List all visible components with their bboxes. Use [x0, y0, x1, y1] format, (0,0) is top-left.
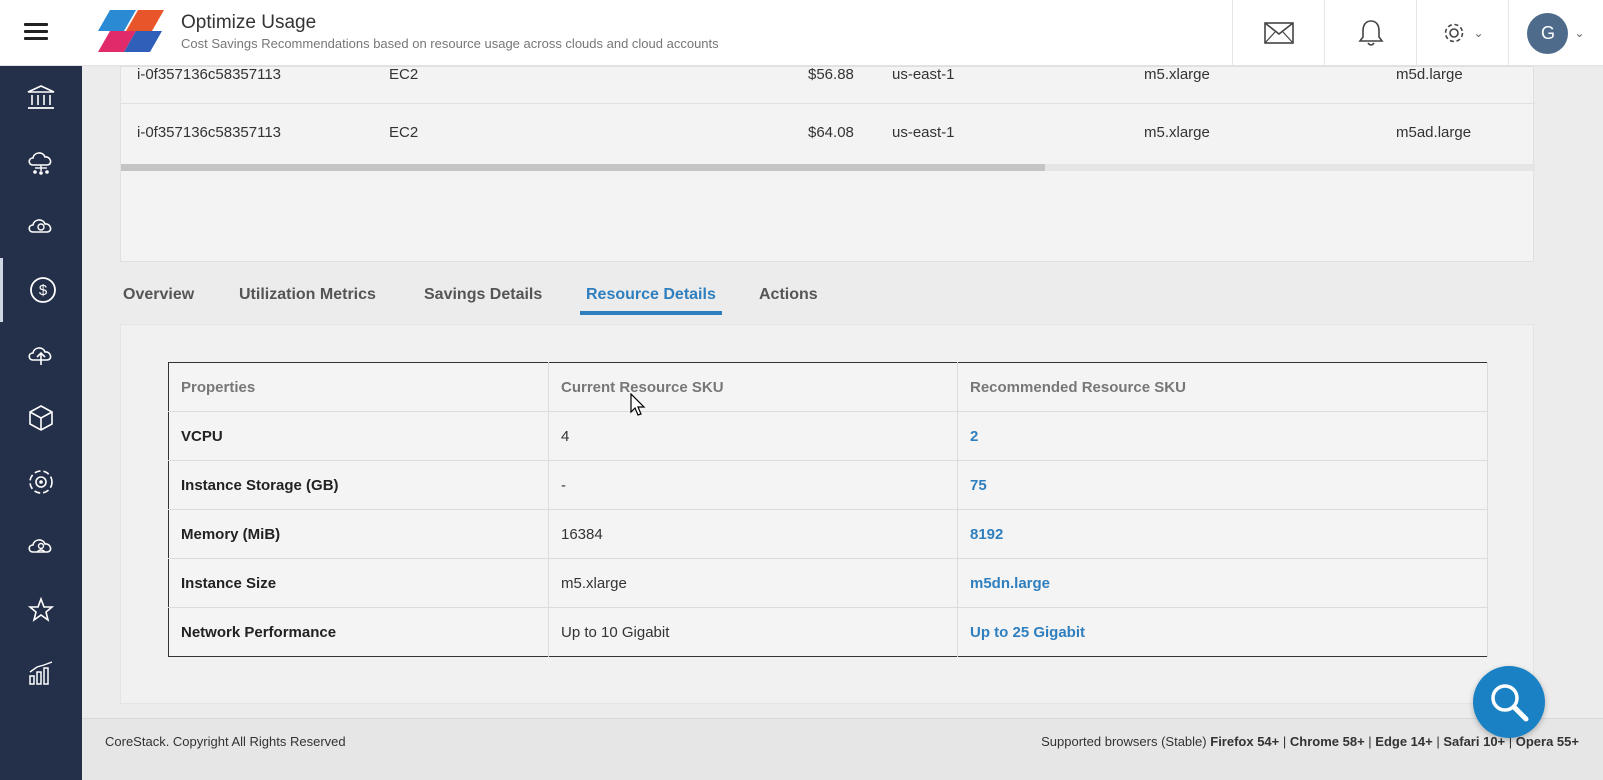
user-menu[interactable]: G ⌄	[1508, 0, 1603, 66]
sidebar-item-cloud-users[interactable]	[0, 514, 82, 578]
current-value: 4	[548, 411, 958, 461]
service-cell: EC2	[389, 124, 419, 141]
browser-opera: Opera 55+	[1515, 734, 1579, 749]
service-cell: EC2	[389, 66, 419, 83]
resource-details-table: Properties Current Resource SKU Recommen…	[168, 362, 1488, 657]
browser-safari: Safari 10+	[1443, 734, 1506, 749]
column-header-recommended-sku: Recommended Resource SKU	[957, 362, 1488, 412]
app-logo[interactable]	[98, 10, 164, 52]
table-header-row: Properties Current Resource SKU Recommen…	[168, 362, 1488, 412]
cloud-person-icon	[28, 539, 52, 553]
avatar[interactable]: G	[1527, 12, 1569, 54]
cost-cell: $64.08	[808, 124, 854, 141]
cloud-icon	[28, 219, 52, 233]
tab-actions[interactable]: Actions	[759, 286, 818, 304]
settings-cycle-icon	[29, 470, 53, 494]
property-name: VCPU	[168, 411, 549, 461]
cube-icon	[29, 405, 53, 431]
notifications-button[interactable]	[1324, 0, 1416, 66]
settings-button[interactable]: ⌄	[1416, 0, 1508, 66]
dollar-icon: $	[29, 277, 56, 303]
recommended-size-cell: m5ad.large	[1396, 124, 1472, 141]
sidebar-item-cloud-network[interactable]	[0, 130, 82, 194]
column-header-current-sku: Current Resource SKU	[548, 362, 958, 412]
current-value: 16384	[548, 509, 958, 559]
tab-resource-details[interactable]: Resource Details	[586, 286, 716, 304]
browser-chrome: Chrome 58+	[1289, 734, 1365, 749]
row-divider	[121, 103, 1535, 104]
instance-id: i-0f357136c58357113	[137, 124, 282, 141]
current-value: -	[548, 460, 958, 510]
tab-utilization-metrics[interactable]: Utilization Metrics	[239, 286, 376, 304]
sidebar-item-reports[interactable]	[0, 642, 82, 706]
column-header-properties: Properties	[168, 362, 549, 412]
sidebar-item-dashboard[interactable]	[0, 66, 82, 130]
tab-savings-details[interactable]: Savings Details	[424, 286, 542, 304]
menu-icon[interactable]	[24, 20, 54, 46]
current-size-cell: m5.xlarge	[1144, 124, 1210, 141]
current-value: m5.xlarge	[548, 558, 958, 608]
sidebar-item-automation[interactable]	[0, 450, 82, 514]
table-row: VCPU 4 2	[168, 411, 1488, 461]
star-icon	[28, 597, 54, 622]
scrollbar-thumb[interactable]	[121, 164, 1045, 171]
recommended-value: 75	[957, 460, 1488, 510]
copyright-text: CoreStack. Copyright All Rights Reserved	[105, 734, 346, 749]
sidebar-item-resources[interactable]	[0, 386, 82, 450]
instance-id: i-0f357136c58357113	[137, 66, 282, 83]
sidebar: $	[0, 66, 82, 780]
app-header: Optimize Usage Cost Savings Recommendati…	[0, 0, 1603, 66]
page-title: Optimize Usage	[181, 12, 317, 33]
browser-firefox: Firefox 54+	[1210, 734, 1280, 749]
active-tab-indicator	[580, 311, 722, 315]
browser-edge: Edge 14+	[1375, 734, 1433, 749]
cloud-network-icon	[28, 152, 52, 175]
property-name: Instance Size	[168, 558, 549, 608]
cloud-upload-icon	[28, 347, 52, 365]
chevron-down-icon: ⌄	[1473, 26, 1484, 40]
gear-icon	[1445, 23, 1464, 43]
sidebar-item-cloud-upload[interactable]	[0, 322, 82, 386]
chevron-down-icon: ⌄	[1574, 26, 1585, 40]
bar-chart-icon	[29, 661, 53, 685]
sidebar-item-cloud[interactable]	[0, 194, 82, 258]
mail-button[interactable]	[1232, 0, 1324, 66]
cost-cell: $56.88	[808, 66, 854, 83]
region-cell: us-east-1	[892, 124, 955, 141]
recommended-value: 8192	[957, 509, 1488, 559]
resource-details-panel: Properties Current Resource SKU Recommen…	[120, 324, 1534, 704]
horizontal-scrollbar[interactable]	[121, 164, 1535, 171]
recommended-value: m5dn.large	[957, 558, 1488, 608]
recommended-value: 2	[957, 411, 1488, 461]
current-size-cell: m5.xlarge	[1144, 66, 1210, 83]
bank-icon	[27, 85, 55, 109]
mail-icon	[1263, 22, 1294, 44]
property-name: Network Performance	[168, 607, 549, 657]
browsers-prefix: Supported browsers (Stable)	[1041, 734, 1207, 749]
recommended-value: Up to 25 Gigabit	[957, 607, 1488, 657]
sidebar-item-favorites[interactable]	[0, 578, 82, 642]
current-value: Up to 10 Gigabit	[548, 607, 958, 657]
page-subtitle: Cost Savings Recommendations based on re…	[181, 36, 719, 51]
instances-table: i-0f357136c58357113 EC2 $56.88 us-east-1…	[120, 66, 1535, 262]
property-name: Memory (MiB)	[168, 509, 549, 559]
bell-icon	[1357, 20, 1384, 46]
sidebar-item-cost[interactable]: $	[0, 258, 82, 322]
mouse-cursor-icon	[630, 393, 646, 416]
svg-text:$: $	[38, 282, 47, 299]
table-row: Instance Storage (GB) - 75	[168, 460, 1488, 510]
search-icon	[1491, 684, 1529, 722]
region-cell: us-east-1	[892, 66, 955, 83]
table-row: Memory (MiB) 16384 8192	[168, 509, 1488, 559]
table-row: Network Performance Up to 10 Gigabit Up …	[168, 607, 1488, 657]
main-content: i-0f357136c58357113 EC2 $56.88 us-east-1…	[82, 66, 1603, 734]
table-row[interactable]: i-0f357136c58357113 EC2 $64.08 us-east-1…	[121, 125, 1535, 185]
tab-overview[interactable]: Overview	[123, 286, 194, 304]
table-row[interactable]: i-0f357136c58357113 EC2 $56.88 us-east-1…	[121, 67, 1535, 127]
recommended-size-cell: m5d.large	[1396, 66, 1463, 83]
property-name: Instance Storage (GB)	[168, 460, 549, 510]
search-fab-button[interactable]	[1473, 666, 1545, 738]
footer: CoreStack. Copyright All Rights Reserved…	[82, 718, 1603, 780]
table-row: Instance Size m5.xlarge m5dn.large	[168, 558, 1488, 608]
